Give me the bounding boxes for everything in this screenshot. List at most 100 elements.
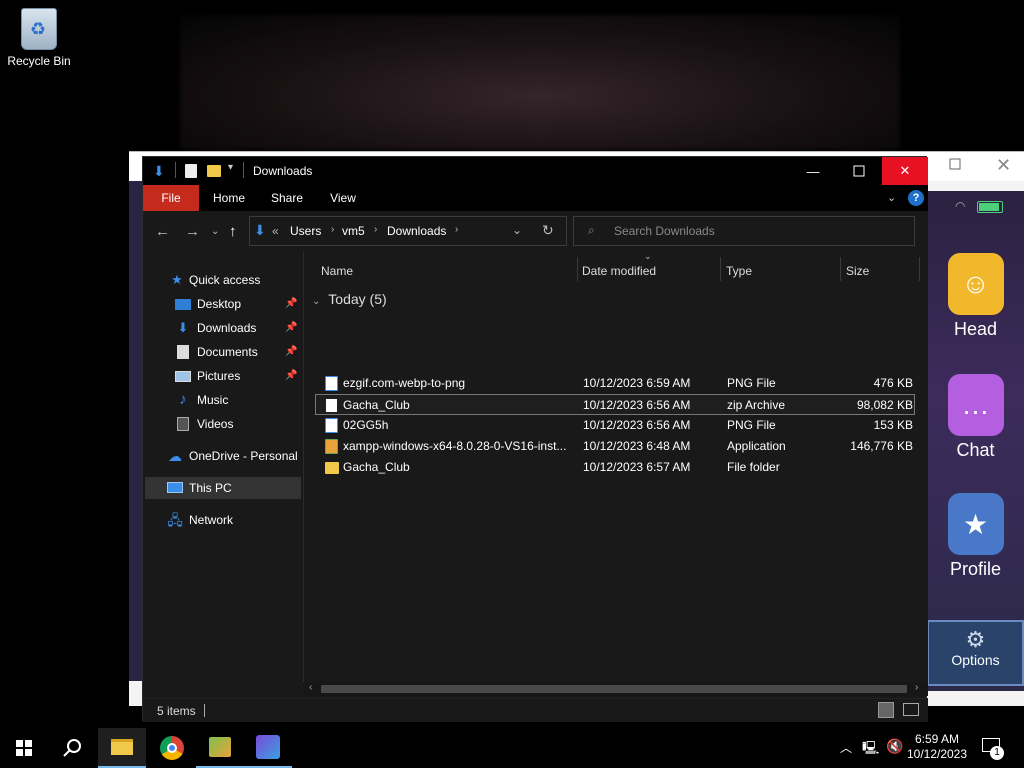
taskbar-file-explorer[interactable] — [98, 728, 146, 768]
game-left-strip — [129, 181, 143, 681]
scrollbar-thumb[interactable] — [321, 685, 907, 693]
start-button[interactable] — [0, 728, 48, 768]
nav-music[interactable]: ♪ Music — [143, 389, 299, 411]
breadcrumb-overflow[interactable]: « — [272, 224, 279, 238]
close-icon: ✕ — [899, 163, 911, 178]
file-name: 02GG5h — [343, 418, 389, 432]
column-separator[interactable] — [720, 257, 721, 281]
refresh-icon[interactable]: ↻ — [542, 222, 554, 239]
title-bar[interactable]: ⬇ ▾ Downloads — ✕ — [143, 157, 928, 185]
nav-pictures[interactable]: Pictures 📌 — [143, 365, 299, 387]
background-close-button[interactable]: ✕ — [996, 156, 1016, 176]
file-row-focused[interactable]: Gacha_Club 10/12/2023 6:56 AM zip Archiv… — [315, 394, 915, 415]
clock-time: 6:59 AM — [914, 732, 960, 746]
downloads-location-icon: ⬇ — [254, 222, 266, 238]
maximize-button[interactable] — [836, 157, 882, 185]
ribbon-expand-icon[interactable]: ⌄ — [887, 191, 896, 204]
horizontal-scrollbar[interactable]: ‹ › — [303, 682, 928, 696]
nav-network-label: Network — [189, 513, 234, 527]
nav-quick-access[interactable]: ★ Quick access — [143, 269, 299, 291]
breadcrumb-downloads[interactable]: Downloads — [387, 224, 446, 238]
file-name: Gacha_Club — [343, 460, 410, 474]
game-head-button[interactable]: ☺ Head — [927, 253, 1024, 340]
game-profile-label: Profile — [949, 559, 1002, 579]
taskbar-installer[interactable] — [196, 728, 244, 768]
scroll-right-icon[interactable]: › — [915, 682, 918, 693]
show-hidden-icons[interactable]: ︿ — [840, 739, 852, 756]
desktop-icon — [175, 299, 191, 310]
search-box[interactable]: ⌕ Search Downloads — [573, 216, 915, 246]
qat-dropdown-icon[interactable]: ▾ — [228, 162, 233, 173]
nav-pictures-label: Pictures — [197, 369, 241, 383]
nav-videos[interactable]: Videos — [143, 413, 299, 435]
address-bar[interactable]: ⬇ « Users › vm5 › Downloads › ⌄ ↻ — [249, 216, 567, 246]
column-name[interactable]: Name — [321, 259, 353, 283]
notification-count-badge: 1 — [990, 746, 1004, 760]
large-icons-view-button[interactable] — [903, 703, 919, 716]
new-folder-icon[interactable] — [207, 165, 221, 177]
recent-locations-button[interactable]: ⌄ — [211, 226, 219, 237]
up-button[interactable]: ↑ — [229, 223, 237, 240]
nav-documents[interactable]: Documents 📌 — [143, 341, 299, 363]
png-file-icon — [325, 376, 338, 391]
game-profile-button[interactable]: ★ Profile — [927, 493, 1024, 580]
nav-desktop[interactable]: Desktop 📌 — [143, 293, 299, 315]
file-row[interactable]: ezgif.com-webp-to-png 10/12/2023 6:59 AM… — [315, 373, 915, 394]
clock[interactable]: 6:59 AM 10/12/2023 — [906, 732, 968, 762]
network-status-icon[interactable]: 🖳 — [862, 739, 879, 761]
column-separator[interactable] — [840, 257, 841, 281]
taskbar-gacha-app[interactable] — [244, 728, 292, 768]
background-maximize-button[interactable] — [947, 156, 967, 176]
nav-downloads[interactable]: ⬇ Downloads 📌 — [143, 317, 299, 339]
column-date-modified[interactable]: Date modified — [582, 259, 656, 283]
forward-button[interactable]: → — [185, 223, 200, 240]
nav-this-pc[interactable]: This PC — [145, 477, 301, 499]
file-size: 476 KB — [873, 376, 913, 390]
file-row[interactable]: xampp-windows-x64-8.0.28-0-VS16-inst... … — [315, 436, 915, 457]
file-explorer-window: ⬇ ▾ Downloads — ✕ File Home Share View ⌄… — [142, 156, 928, 722]
pin-icon: 📌 — [285, 370, 298, 381]
taskbar-chrome[interactable] — [148, 728, 196, 768]
details-view-button[interactable] — [878, 702, 894, 718]
game-options-button[interactable]: ⚙ Options — [927, 620, 1024, 686]
column-separator[interactable] — [919, 257, 920, 281]
file-date: 10/12/2023 6:56 AM — [583, 418, 691, 432]
gacha-app-icon — [256, 735, 280, 759]
close-button[interactable]: ✕ — [882, 157, 928, 185]
chevron-down-icon: ⌄ — [211, 226, 220, 237]
pin-icon: 📌 — [285, 322, 298, 333]
tab-file[interactable]: File — [143, 185, 199, 211]
taskbar-search-button[interactable] — [48, 728, 96, 768]
volume-muted-icon[interactable]: 🔇 — [886, 738, 903, 755]
help-icon[interactable]: ? — [908, 190, 924, 206]
file-row[interactable]: 02GG5h 10/12/2023 6:56 AM PNG File 153 K… — [315, 415, 915, 436]
scroll-left-icon[interactable]: ‹ — [309, 682, 312, 693]
breadcrumb-users[interactable]: Users — [290, 224, 321, 238]
file-row[interactable]: Gacha_Club 10/12/2023 6:57 AM File folde… — [315, 457, 915, 478]
column-separator[interactable] — [577, 257, 578, 281]
nav-onedrive[interactable]: ☁ OneDrive - Personal — [143, 445, 299, 467]
group-header-today[interactable]: ⌄ Today (5) — [312, 291, 387, 307]
properties-icon[interactable] — [185, 164, 197, 178]
chat-icon: … — [947, 374, 1004, 436]
tab-view[interactable]: View — [319, 185, 367, 211]
back-button[interactable]: ← — [155, 223, 170, 240]
minimize-button[interactable]: — — [790, 157, 836, 185]
item-count: 5 items — [157, 704, 196, 718]
group-label: Today (5) — [328, 291, 387, 307]
nav-music-label: Music — [197, 393, 229, 407]
battery-icon — [977, 201, 1003, 213]
game-chat-button[interactable]: … Chat — [927, 374, 1024, 461]
column-type[interactable]: Type — [726, 259, 752, 283]
tab-share[interactable]: Share — [263, 185, 311, 211]
breadcrumb-vm5[interactable]: vm5 — [342, 224, 365, 238]
address-history-icon[interactable]: ⌄ — [512, 223, 522, 237]
file-type: PNG File — [727, 418, 776, 432]
breadcrumb-separator: › — [455, 224, 459, 235]
game-side-panel: ◠ ☺ Head … Chat ★ Profile — [927, 191, 1024, 691]
column-size[interactable]: Size — [846, 259, 869, 283]
breadcrumb-separator: › — [331, 224, 335, 235]
nav-network[interactable]: 🖧 Network — [143, 509, 299, 531]
recycle-bin[interactable]: Recycle Bin — [4, 8, 74, 68]
tab-home[interactable]: Home — [205, 185, 253, 211]
